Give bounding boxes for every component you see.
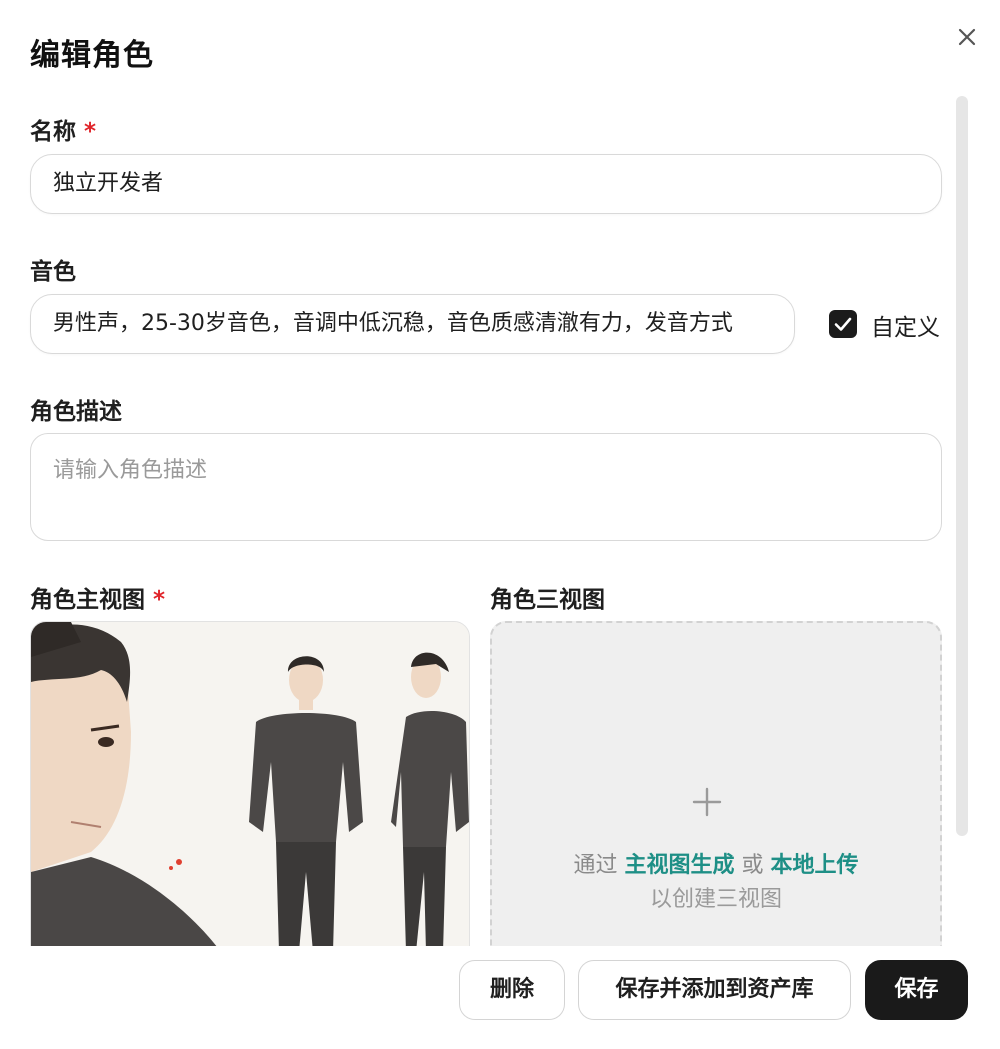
save-button[interactable]: 保存 xyxy=(865,960,968,1020)
character-illustration xyxy=(31,622,469,952)
description-label: 角色描述 xyxy=(30,399,122,425)
upload-hint-line2: 以创建三视图 xyxy=(649,887,782,912)
close-button[interactable] xyxy=(952,22,982,52)
voice-input[interactable]: 男性声，25-30岁音色，音调中低沉稳，音色质感清澈有力，发音方式 xyxy=(30,294,795,354)
check-icon xyxy=(834,317,852,331)
three-view-label: 角色三视图 xyxy=(490,587,605,613)
main-view-image[interactable] xyxy=(30,621,470,953)
description-textarea[interactable]: 请输入角色描述 xyxy=(30,433,942,541)
close-icon xyxy=(958,28,976,46)
required-mark: * xyxy=(153,587,166,613)
save-and-add-to-assets-button[interactable]: 保存并添加到资产库 xyxy=(578,960,851,1020)
dialog-title: 编辑角色 xyxy=(30,38,154,73)
voice-label: 音色 xyxy=(30,259,76,285)
plus-icon xyxy=(692,787,722,817)
name-label: 名称 * xyxy=(30,112,96,146)
delete-button[interactable]: 删除 xyxy=(459,960,565,1020)
main-view-label: 角色主视图 * xyxy=(30,580,165,614)
name-label-text: 名称 xyxy=(30,119,76,145)
local-upload-link[interactable]: 本地上传 xyxy=(771,853,859,878)
name-input[interactable]: 独立开发者 xyxy=(30,154,942,214)
scrollbar[interactable] xyxy=(956,96,968,836)
generate-from-main-view-link[interactable]: 主视图生成 xyxy=(624,853,734,878)
upload-hint-or: 或 xyxy=(741,853,764,878)
custom-checkbox-label[interactable]: 自定义 xyxy=(871,308,940,342)
upload-hint-line1: 通过 主视图生成 或 本地上传 xyxy=(492,847,940,879)
edit-character-dialog: 编辑角色 名称 * 独立开发者 音色 男性声，25-30岁音色，音调中低沉稳，音色… xyxy=(0,0,1000,1049)
upload-hint-prefix: 通过 xyxy=(573,853,618,878)
main-view-label-text: 角色主视图 xyxy=(30,587,145,613)
custom-checkbox[interactable] xyxy=(829,310,857,338)
three-view-upload-area[interactable]: 通过 主视图生成 或 本地上传 以创建三视图 xyxy=(490,621,942,951)
required-mark: * xyxy=(84,119,97,145)
